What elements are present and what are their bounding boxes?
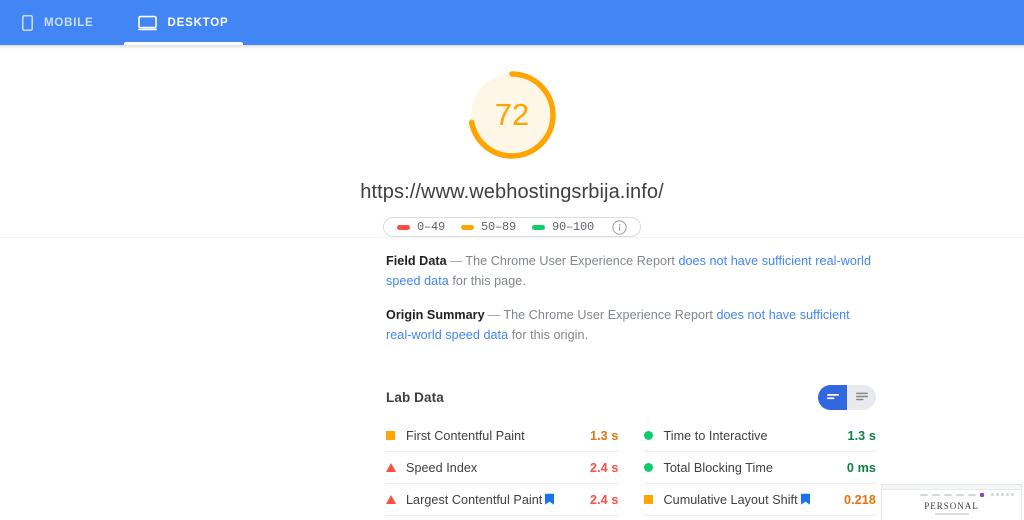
tab-mobile[interactable]: MOBILE: [0, 0, 116, 45]
page-screenshot-thumbnail: PERSONAL: [881, 484, 1022, 520]
performance-score-gauge: 72: [462, 65, 562, 165]
field-data-block: Field Data — The Chrome User Experience Re…: [386, 251, 876, 291]
score-value: 72: [494, 97, 530, 132]
lab-data-header: Lab Data: [386, 385, 876, 410]
legend-item-poor: 0–49: [396, 220, 445, 234]
metric-row-time-to-interactive[interactable]: Time to Interactive 1.3 s: [643, 420, 876, 452]
core-web-vital-badge-icon: [800, 493, 811, 506]
metrics-right-column: Time to Interactive 1.3 s Total Blocking…: [643, 420, 876, 516]
legend-dash-green: [532, 224, 545, 230]
metric-row-speed-index[interactable]: Speed Index 2.4 s: [386, 452, 619, 484]
metric-row-first-contentful-paint[interactable]: First Contentful Paint 1.3 s: [386, 420, 619, 452]
metric-value: 2.4 s: [589, 460, 619, 475]
active-tab-indicator: [123, 42, 243, 45]
metric-label: Largest Contentful Paint: [406, 493, 590, 507]
circle-icon: [643, 431, 664, 440]
metric-label: First Contentful Paint: [406, 429, 590, 443]
legend-dash-orange: [460, 224, 474, 230]
mobile-icon: [22, 14, 33, 31]
metric-label-text: Total Blocking Time: [663, 460, 773, 475]
square-icon: [386, 431, 406, 440]
score-legend: 0–49 50–89 90–100: [382, 217, 642, 237]
thumbnail-nav: [882, 490, 1021, 499]
metric-label: Cumulative Layout Shift: [664, 493, 844, 507]
field-data-title: Field Data: [386, 254, 447, 268]
metric-label: Time to Interactive: [664, 429, 848, 443]
metric-value: 0.218: [843, 492, 876, 507]
field-data-dash: —: [449, 254, 463, 268]
list-condensed-icon: [826, 389, 840, 407]
metric-value: 0 ms: [846, 460, 876, 475]
circle-icon: [643, 463, 664, 472]
origin-summary-title: Origin Summary: [386, 308, 485, 322]
metric-row-total-blocking-time[interactable]: Total Blocking Time 0 ms: [643, 452, 876, 484]
analyzed-url: https://www.webhostingsrbija.info/: [360, 181, 664, 203]
lab-data-metrics: First Contentful Paint 1.3 s Speed Index…: [386, 420, 876, 516]
metric-value: 1.3 s: [589, 428, 619, 443]
metric-label-text: Time to Interactive: [663, 428, 768, 443]
score-hero: 72 https://www.webhostingsrbija.info/ 0–…: [0, 49, 1024, 237]
report-content: Field Data — The Chrome User Experience Re…: [386, 251, 876, 516]
legend-range-good: 90–100: [552, 220, 595, 234]
desktop-icon: [137, 15, 157, 31]
origin-summary-block: Origin Summary — The Chrome User Experienc…: [386, 305, 876, 345]
core-web-vital-badge-icon: [544, 493, 555, 506]
origin-summary-text-after: for this origin.: [508, 328, 589, 342]
field-data-text-before: The Chrome User Experience Report: [465, 254, 679, 268]
tab-desktop[interactable]: DESKTOP: [116, 0, 251, 45]
thumbnail-page: PERSONAL: [882, 490, 1021, 520]
legend-range-average: 50–89: [480, 220, 516, 234]
metrics-left-column: First Contentful Paint 1.3 s Speed Index…: [386, 420, 619, 516]
metric-label-text: First Contentful Paint: [406, 428, 525, 443]
device-tab-bar: MOBILE DESKTOP: [0, 0, 1024, 45]
legend-dash-red: [396, 224, 410, 230]
origin-summary-dash: —: [487, 308, 501, 322]
metric-row-largest-contentful-paint[interactable]: Largest Contentful Paint 2.4 s: [386, 484, 619, 516]
info-icon[interactable]: [612, 219, 627, 235]
lab-data-title: Lab Data: [386, 390, 444, 405]
legend-range-poor: 0–49: [416, 220, 445, 234]
triangle-icon: [386, 463, 406, 472]
toggle-expanded-view[interactable]: [847, 385, 876, 410]
lab-data-view-toggle: [818, 385, 876, 410]
metric-label-text: Cumulative Layout Shift: [663, 492, 798, 507]
triangle-icon: [386, 495, 406, 504]
metric-value: 1.3 s: [847, 428, 876, 443]
metric-value: 2.4 s: [589, 492, 619, 507]
metric-label: Speed Index: [406, 461, 590, 475]
metric-label: Total Blocking Time: [664, 461, 847, 475]
tab-desktop-label: DESKTOP: [167, 16, 229, 29]
legend-item-good: 90–100: [532, 220, 594, 234]
metric-label-text: Speed Index: [406, 460, 478, 475]
tab-mobile-label: MOBILE: [44, 16, 94, 29]
metric-label-text: Largest Contentful Paint: [406, 492, 543, 507]
list-expanded-icon: [855, 389, 869, 407]
thumbnail-brand: PERSONAL: [924, 501, 979, 511]
metric-row-cumulative-layout-shift[interactable]: Cumulative Layout Shift 0.218: [643, 484, 876, 516]
origin-summary-text-before: The Chrome User Experience Report: [503, 308, 717, 322]
field-data-text-after: for this page.: [448, 274, 526, 288]
report-body: Field Data — The Chrome User Experience Re…: [0, 238, 1024, 520]
toggle-condensed-view[interactable]: [818, 385, 847, 410]
legend-item-average: 50–89: [460, 220, 516, 234]
square-icon: [643, 495, 664, 504]
thumbnail-subtitle: [934, 513, 969, 515]
